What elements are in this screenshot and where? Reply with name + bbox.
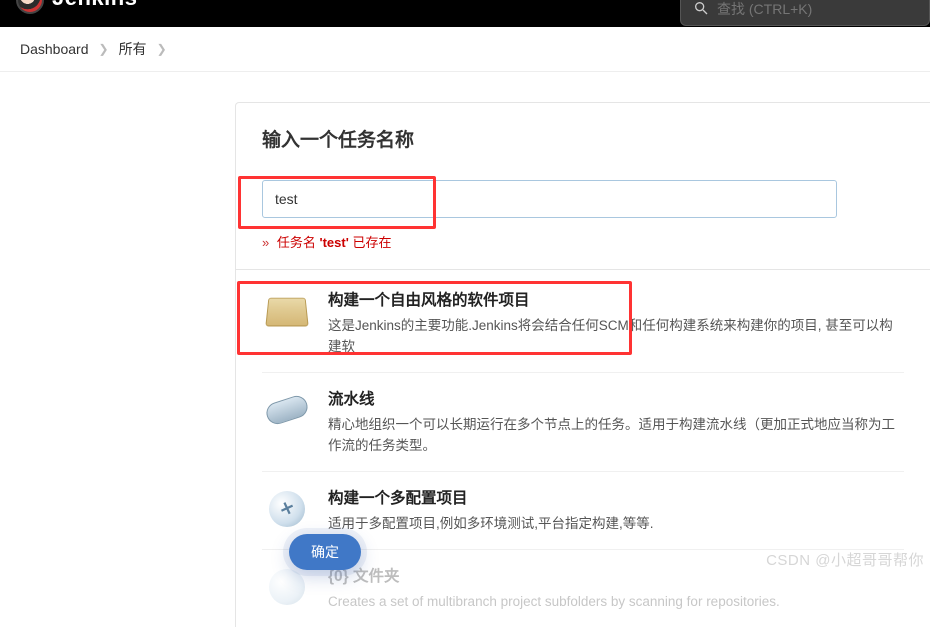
item-name-input[interactable] <box>262 180 837 218</box>
type-title: {0} 文件夹 <box>328 564 904 586</box>
box-icon <box>264 288 310 334</box>
divider <box>236 269 930 270</box>
chevron-right-icon: ❯ <box>157 42 167 56</box>
search-icon <box>693 0 709 19</box>
chevron-right-icon: ❯ <box>99 42 109 56</box>
top-bar: Jenkins <box>0 0 930 27</box>
search-box[interactable] <box>680 0 930 26</box>
breadcrumb-dashboard[interactable]: Dashboard <box>20 41 89 57</box>
folder-icon <box>264 564 310 610</box>
type-desc: 精心地组织一个可以长期运行在多个节点上的任务。适用于构建流水线（更加正式地应当称… <box>328 415 904 457</box>
type-pipeline[interactable]: 流水线 精心地组织一个可以长期运行在多个节点上的任务。适用于构建流水线（更加正式… <box>262 373 904 472</box>
type-title: 构建一个自由风格的软件项目 <box>328 288 904 310</box>
name-exists-error: » 任务名 'test' 已存在 <box>262 232 904 251</box>
item-type-list: 构建一个自由风格的软件项目 这是Jenkins的主要功能.Jenkins将会结合… <box>262 274 904 627</box>
pipeline-icon <box>264 387 310 433</box>
type-desc: 适用于多配置项目,例如多环境测试,平台指定构建,等等. <box>328 514 904 535</box>
type-title: 流水线 <box>328 387 904 409</box>
page-title: 输入一个任务名称 <box>262 125 904 152</box>
breadcrumb-all[interactable]: 所有 <box>119 39 147 59</box>
type-title: 构建一个多配置项目 <box>328 486 904 508</box>
brand-name: Jenkins <box>52 0 137 11</box>
logo[interactable]: Jenkins <box>16 0 137 18</box>
multi-config-icon <box>264 486 310 532</box>
search-input[interactable] <box>717 1 917 17</box>
jenkins-logo-icon <box>16 0 44 14</box>
type-desc: 这是Jenkins的主要功能.Jenkins将会结合任何SCM和任何构建系统来构… <box>328 316 904 358</box>
breadcrumb: Dashboard ❯ 所有 ❯ <box>0 27 930 72</box>
type-desc: Creates a set of multibranch project sub… <box>328 592 904 613</box>
type-freestyle[interactable]: 构建一个自由风格的软件项目 这是Jenkins的主要功能.Jenkins将会结合… <box>262 274 904 373</box>
type-multi-config[interactable]: 构建一个多配置项目 适用于多配置项目,例如多环境测试,平台指定构建,等等. <box>262 472 904 550</box>
ok-button[interactable]: 确定 <box>289 534 361 570</box>
